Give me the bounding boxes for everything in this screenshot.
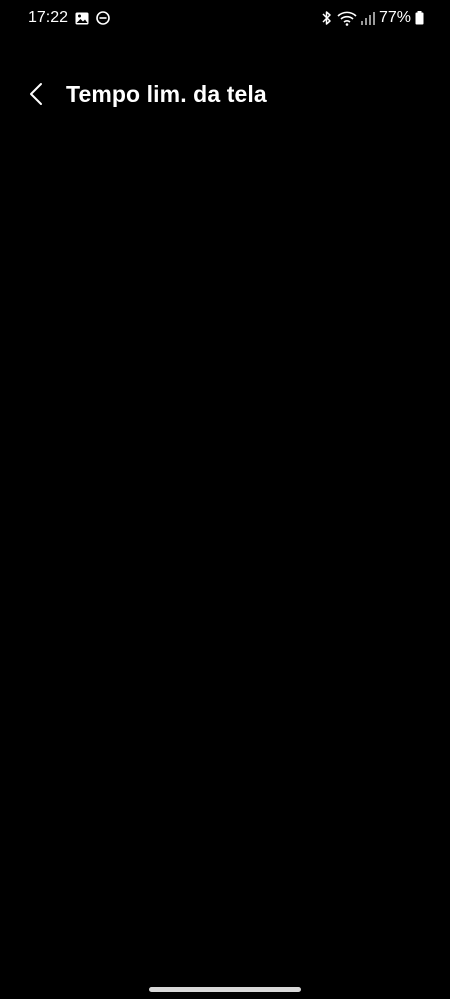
status-left: 17:22 bbox=[28, 8, 110, 28]
battery-icon bbox=[415, 11, 424, 25]
status-right: 77% bbox=[321, 8, 424, 28]
page-title: Tempo lim. da tela bbox=[66, 81, 267, 107]
screen-timeout-content bbox=[0, 130, 450, 970]
chevron-left-icon bbox=[29, 82, 43, 106]
do-not-disturb-icon bbox=[96, 11, 110, 25]
battery-percent: 77% bbox=[378, 9, 411, 26]
wifi-icon bbox=[337, 10, 357, 26]
app-bar: Tempo lim. da tela bbox=[0, 70, 450, 118]
status-bar: 17:22 77% bbox=[0, 0, 450, 36]
signal-icon bbox=[360, 11, 375, 25]
bluetooth-icon bbox=[321, 10, 333, 26]
gesture-navigation-handle[interactable] bbox=[149, 987, 301, 992]
gallery-icon bbox=[75, 12, 89, 25]
back-button[interactable] bbox=[20, 78, 52, 110]
status-time: 17:22 bbox=[28, 9, 69, 26]
